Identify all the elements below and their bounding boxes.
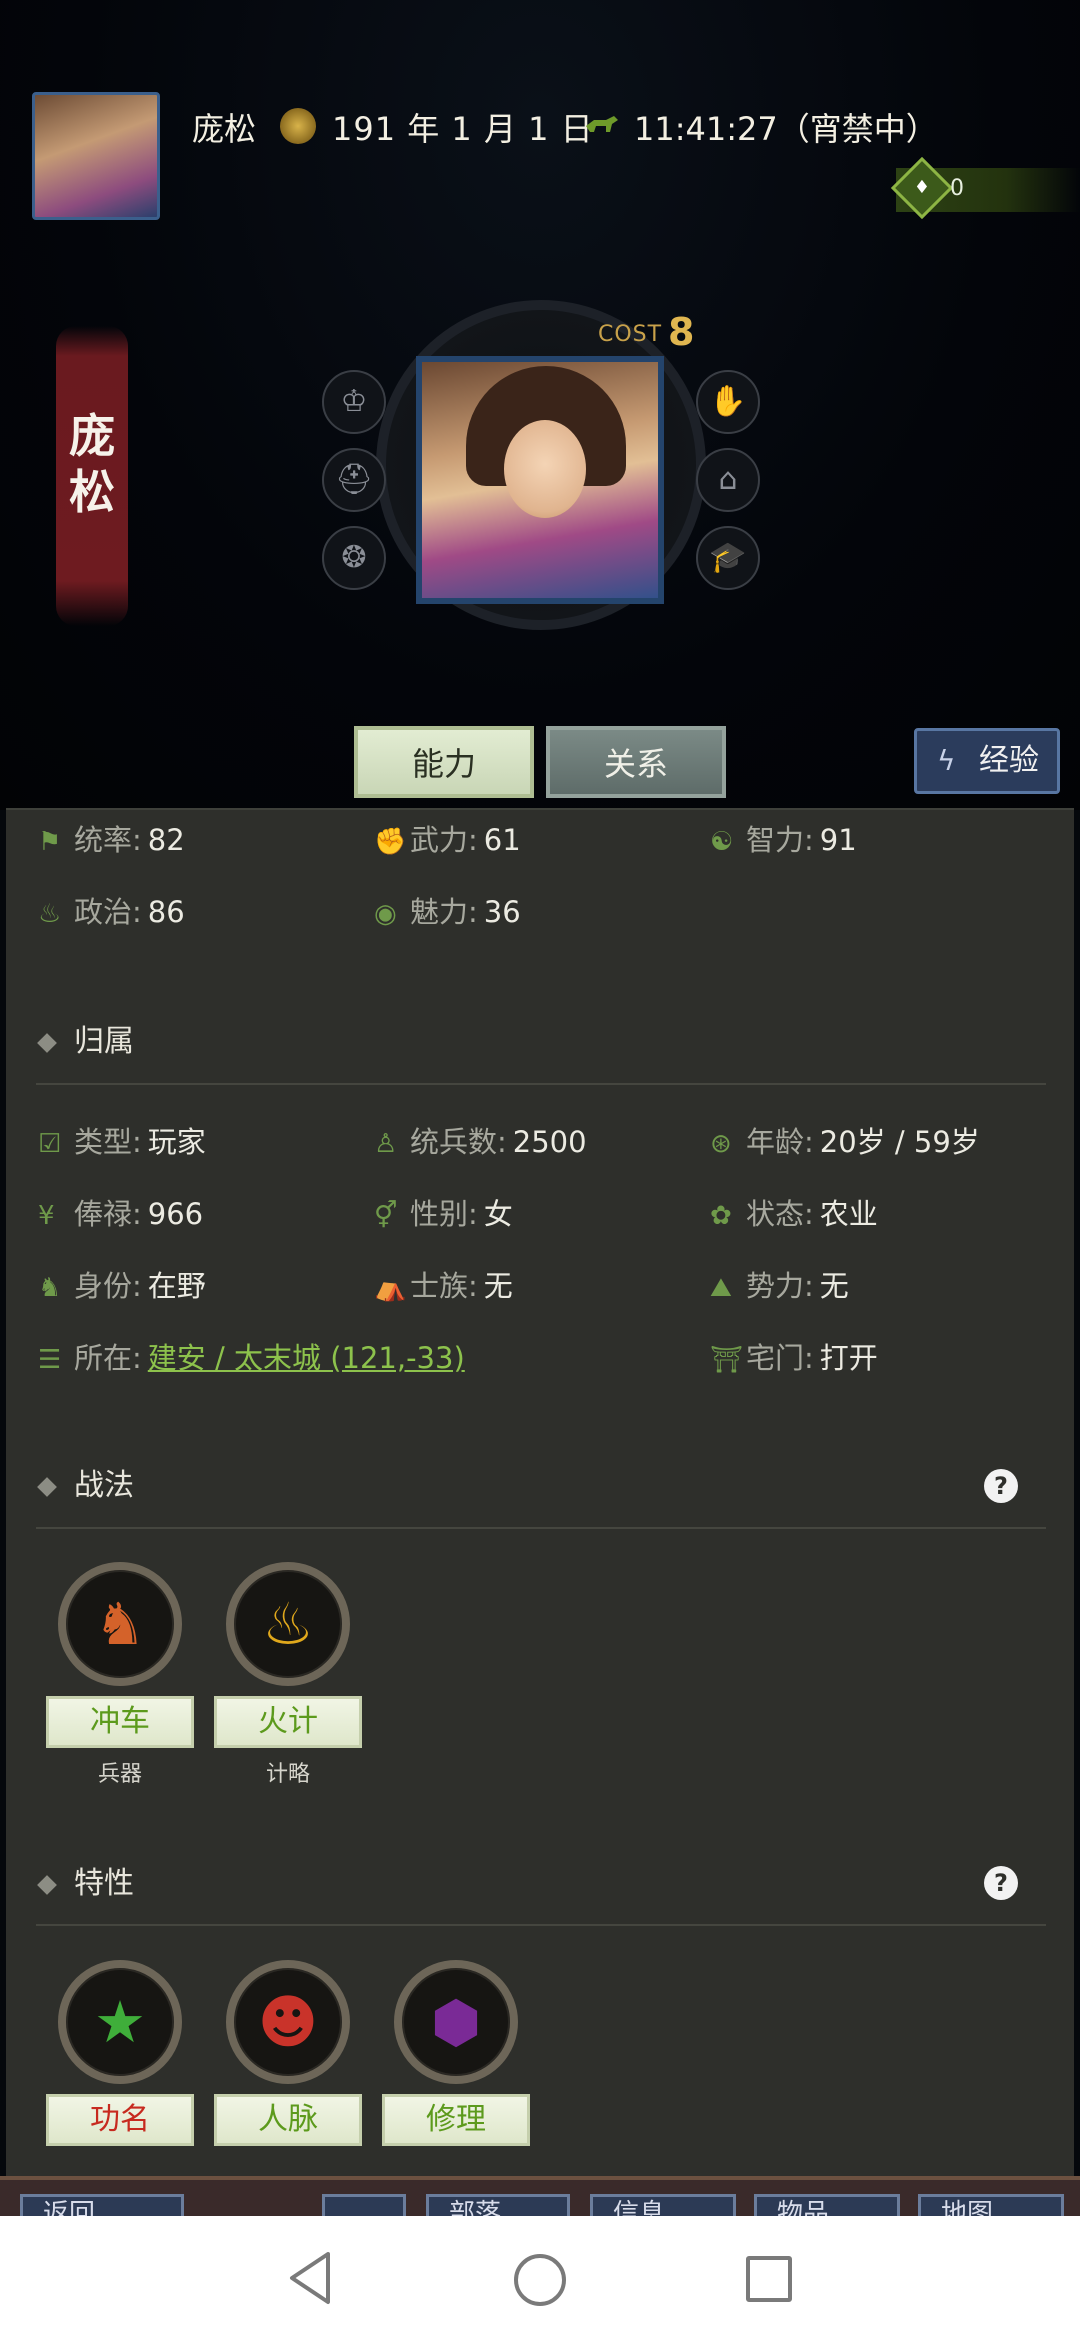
stat-force: ✊ 武力: 61: [374, 820, 521, 860]
calendar-icon: [280, 108, 316, 144]
info-gate: ⛩ 宅门: 打开: [710, 1338, 878, 1378]
game-time: 11:41:27（宵禁中）: [634, 110, 938, 148]
player-name: 庞松: [192, 110, 257, 148]
trait-item[interactable]: ☻ 人脉: [214, 1960, 362, 2146]
location-link[interactable]: 建安 / 太末城 (121,-33): [148, 1341, 465, 1375]
info-faction: ⛰ 势力: 无: [710, 1266, 849, 1306]
money-bag-icon: ♦: [913, 177, 931, 198]
tactic-item[interactable]: ♞ 冲车 兵器: [46, 1562, 194, 1788]
diamond-bullet-icon: [37, 1032, 57, 1053]
tactic-label: 冲车: [46, 1696, 194, 1748]
tiger-icon[interactable]: ❂: [322, 526, 386, 590]
avatar[interactable]: [32, 92, 160, 220]
tactic-label: 火计: [214, 1696, 362, 1748]
clan-icon: ⛺: [374, 1273, 407, 1303]
portrait-face: [504, 420, 586, 518]
tactic-type: 计略: [265, 1762, 310, 1787]
gender-icon: ⚥: [374, 1201, 398, 1231]
banner-name: 庞 松: [69, 409, 115, 519]
info-troops: ♙ 统兵数: 2500: [374, 1122, 587, 1162]
home-circle-icon[interactable]: [514, 2254, 566, 2306]
trait-item[interactable]: ★ 功名: [46, 1960, 194, 2146]
trait-label: 人脉: [214, 2094, 362, 2146]
stat-politics: ♨ 政治: 86: [38, 892, 185, 932]
info-gender: ⚥ 性别: 女: [374, 1194, 513, 1234]
arm-icon: ✊: [374, 827, 407, 857]
gate-icon: ⛩: [710, 1345, 744, 1375]
eye-icon: ◉: [374, 899, 397, 929]
trait-item[interactable]: ⬢ 修理: [382, 1960, 530, 2146]
info-age: ⊛ 年龄: 20岁 / 59岁: [710, 1122, 980, 1162]
info-location: ☰ 所在: 建安 / 太末城 (121,-33): [38, 1338, 465, 1378]
game-date: 191 年 1 月 1 日: [332, 110, 594, 148]
flag-icon: ⚑: [38, 827, 62, 857]
horse-clock-icon: [586, 116, 618, 132]
experience-label: 经验: [979, 743, 1039, 778]
yen-icon: ¥: [38, 1201, 55, 1231]
stat-intellect: ☯ 智力: 91: [710, 820, 857, 860]
info-identity: ♞ 身份: 在野: [38, 1266, 206, 1306]
repair-icon: ⬢: [394, 1960, 518, 2084]
brain-icon: ☯: [710, 827, 734, 857]
section-tactics: 战法: [37, 1466, 134, 1506]
stat-charm: ◉ 魅力: 36: [374, 892, 521, 932]
experience-button[interactable]: ϟ 经验: [914, 728, 1060, 794]
section-affiliation: 归属: [37, 1022, 134, 1062]
pot-icon: ♨: [38, 899, 62, 929]
trait-label: 修理: [382, 2094, 530, 2146]
diamond-bullet-icon: [37, 1476, 57, 1497]
back-triangle-icon[interactable]: [286, 2250, 334, 2306]
tab-relation[interactable]: 关系: [546, 726, 726, 798]
cost-value: 8: [668, 310, 695, 354]
currency-count: 0: [950, 176, 964, 201]
people-icon: ☻: [226, 1960, 350, 2084]
tactic-item[interactable]: ♨ 火计 计略: [214, 1562, 362, 1788]
trait-label: 功名: [46, 2094, 194, 2146]
hat-icon[interactable]: ⌂: [696, 448, 760, 512]
info-clan: ⛺ 士族: 无: [374, 1266, 513, 1306]
helmet-icon[interactable]: ⛑: [322, 448, 386, 512]
mountain-icon: ⛰: [710, 1273, 732, 1303]
status-icon: ✿: [710, 1201, 732, 1231]
graduation-cap-icon[interactable]: 🎓: [696, 526, 760, 590]
siege-horse-icon: ♞: [58, 1562, 182, 1686]
section-traits: 特性: [37, 1864, 134, 1904]
diamond-bullet-icon: [37, 1874, 57, 1895]
person-icon: ♙: [374, 1129, 398, 1159]
tactics-help-icon[interactable]: ?: [984, 1469, 1018, 1503]
lightning-icon: ϟ: [937, 744, 956, 777]
divider: [36, 1924, 1046, 1926]
cost-label: COST: [598, 322, 663, 347]
fire-icon: ♨: [226, 1562, 350, 1686]
divider: [36, 1083, 1046, 1085]
officer-cap-icon: ★: [58, 1960, 182, 2084]
calendar-check-icon: ☑: [38, 1129, 62, 1159]
tactic-type: 兵器: [97, 1762, 142, 1787]
horse-chess-icon: ♞: [38, 1273, 62, 1303]
recent-apps-icon[interactable]: [746, 2256, 792, 2302]
info-type: ☑ 类型: 玩家: [38, 1122, 206, 1162]
traits-help-icon[interactable]: ?: [984, 1866, 1018, 1900]
hand-seed-icon[interactable]: ✋: [696, 370, 760, 434]
crown-icon[interactable]: ♔: [322, 370, 386, 434]
divider: [36, 1527, 1046, 1529]
info-salary: ¥ 俸禄: 966: [38, 1194, 203, 1234]
info-status: ✿ 状态: 农业: [710, 1194, 878, 1234]
road-icon: ☰: [38, 1345, 62, 1375]
stat-command: ⚑ 统率: 82: [38, 820, 185, 860]
tab-ability[interactable]: 能力: [354, 726, 534, 798]
age-icon: ⊛: [710, 1129, 732, 1159]
